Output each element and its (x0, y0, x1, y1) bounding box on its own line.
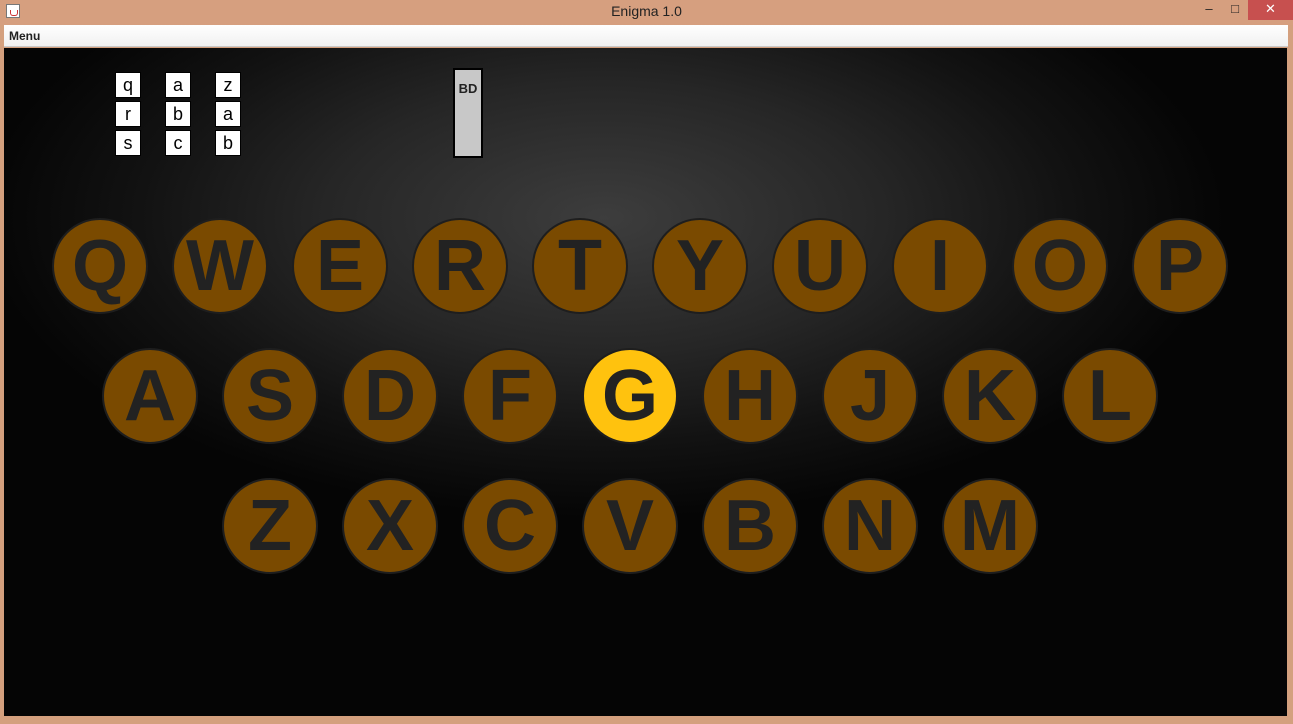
rotor-1-window[interactable]: r (115, 101, 141, 127)
key-x[interactable]: X (342, 478, 438, 574)
key-n[interactable]: N (822, 478, 918, 574)
key-q[interactable]: Q (52, 218, 148, 314)
minimize-button[interactable]: – (1196, 0, 1222, 20)
key-a[interactable]: A (102, 348, 198, 444)
key-k[interactable]: K (942, 348, 1038, 444)
rotor-1-bottom: s (115, 130, 141, 156)
enigma-canvas: q r s a b c z a b BD QWERTYUIOP ASDFGHJKL… (4, 48, 1287, 716)
rotor-3-window[interactable]: a (215, 101, 241, 127)
key-i[interactable]: I (892, 218, 988, 314)
rotor-2-bottom: c (165, 130, 191, 156)
close-button[interactable]: ✕ (1248, 0, 1293, 20)
key-f[interactable]: F (462, 348, 558, 444)
key-c[interactable]: C (462, 478, 558, 574)
key-g[interactable]: G (582, 348, 678, 444)
key-t[interactable]: T (532, 218, 628, 314)
key-z[interactable]: Z (222, 478, 318, 574)
key-p[interactable]: P (1132, 218, 1228, 314)
key-h[interactable]: H (702, 348, 798, 444)
key-v[interactable]: V (582, 478, 678, 574)
title-bar: Enigma 1.0 – □ ✕ (0, 0, 1293, 25)
maximize-button[interactable]: □ (1222, 0, 1248, 20)
menu-button[interactable]: Menu (9, 29, 40, 43)
window-title: Enigma 1.0 (611, 3, 682, 19)
menu-bar: Menu (4, 25, 1288, 47)
plugboard-panel[interactable]: BD (453, 68, 483, 158)
key-d[interactable]: D (342, 348, 438, 444)
key-o[interactable]: O (1012, 218, 1108, 314)
rotor-2-top: a (165, 72, 191, 98)
key-r[interactable]: R (412, 218, 508, 314)
rotor-3-bottom: b (215, 130, 241, 156)
rotor-3-top: z (215, 72, 241, 98)
key-b[interactable]: B (702, 478, 798, 574)
rotor-2-window[interactable]: b (165, 101, 191, 127)
key-w[interactable]: W (172, 218, 268, 314)
key-m[interactable]: M (942, 478, 1038, 574)
key-e[interactable]: E (292, 218, 388, 314)
key-j[interactable]: J (822, 348, 918, 444)
key-u[interactable]: U (772, 218, 868, 314)
rotor-1-top: q (115, 72, 141, 98)
key-y[interactable]: Y (652, 218, 748, 314)
key-s[interactable]: S (222, 348, 318, 444)
key-l[interactable]: L (1062, 348, 1158, 444)
